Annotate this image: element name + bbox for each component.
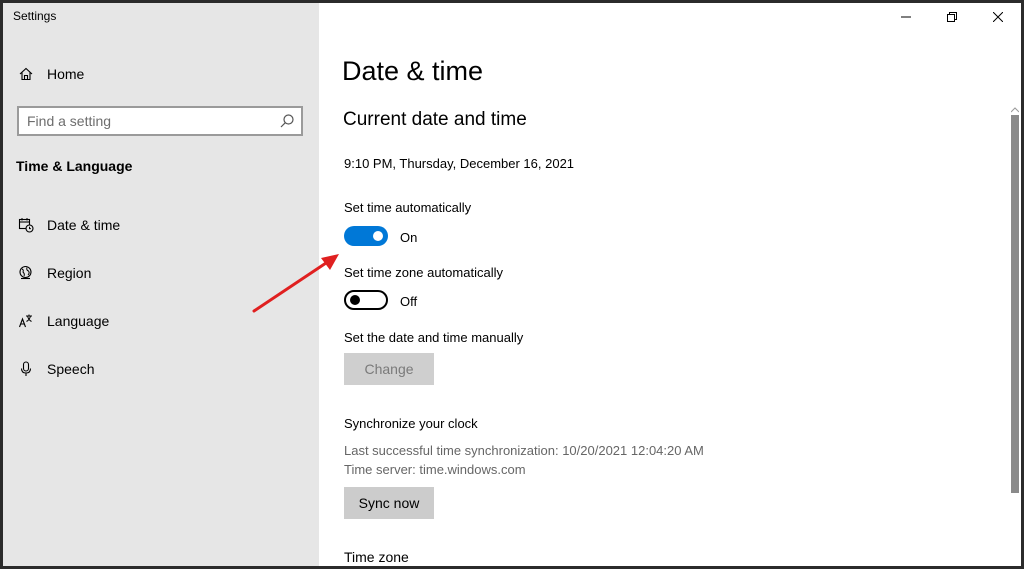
sidebar-item-label: Region xyxy=(47,265,92,281)
microphone-icon xyxy=(17,360,35,378)
sidebar-item-region[interactable]: Region xyxy=(17,262,91,284)
minimize-button[interactable] xyxy=(883,3,929,33)
manual-date-time-label: Set the date and time manually xyxy=(344,330,524,345)
sidebar-item-language[interactable]: Language xyxy=(17,310,109,332)
sidebar-item-label: Date & time xyxy=(47,217,121,233)
search-box[interactable] xyxy=(17,106,303,136)
section-title-current-date-time: Current date and time xyxy=(343,109,527,130)
time-server-text: Time server: time.windows.com xyxy=(344,462,526,477)
set-time-auto-label: Set time automatically xyxy=(344,200,472,215)
language-icon xyxy=(17,312,35,330)
globe-icon xyxy=(17,264,35,282)
window-title: Settings xyxy=(13,9,57,23)
toggle-knob xyxy=(350,295,360,305)
sync-title: Synchronize your clock xyxy=(344,416,478,431)
search-input[interactable] xyxy=(19,108,272,134)
sidebar-item-home[interactable]: Home xyxy=(17,63,84,85)
restore-icon xyxy=(947,9,957,27)
section-title: Time & Language xyxy=(16,158,133,174)
calendar-clock-icon xyxy=(17,216,35,234)
set-timezone-auto-label: Set time zone automatically xyxy=(344,265,503,280)
change-button[interactable]: Change xyxy=(344,353,434,385)
home-icon xyxy=(17,65,35,83)
close-icon xyxy=(992,9,1004,27)
annotation-arrow xyxy=(252,254,339,313)
set-time-auto-toggle[interactable] xyxy=(344,226,388,246)
sidebar-item-label: Language xyxy=(47,313,110,329)
scrollbar-thumb[interactable] xyxy=(1011,115,1019,493)
current-datetime: 9:10 PM, Thursday, December 16, 2021 xyxy=(344,156,575,171)
set-timezone-auto-state: Off xyxy=(400,294,418,309)
sidebar-item-label: Speech xyxy=(47,361,95,377)
set-time-auto-state: On xyxy=(400,230,418,245)
home-label: Home xyxy=(47,66,85,82)
settings-window: Settings Home Time & Language Date & tim… xyxy=(3,3,1021,566)
sidebar-item-date-time[interactable]: Date & time xyxy=(17,214,120,236)
restore-button[interactable] xyxy=(929,3,975,33)
toggle-knob xyxy=(373,231,383,241)
last-sync-text: Last successful time synchronization: 10… xyxy=(344,443,704,458)
time-zone-title: Time zone xyxy=(344,549,409,565)
main-content: Date & time Current date and time 9:10 P… xyxy=(319,3,1021,566)
sidebar-item-speech[interactable]: Speech xyxy=(17,358,94,380)
close-button[interactable] xyxy=(975,3,1021,33)
page-title: Date & time xyxy=(342,56,484,86)
search-icon[interactable] xyxy=(279,113,295,134)
sync-now-button[interactable]: Sync now xyxy=(344,487,434,519)
minimize-icon xyxy=(901,9,911,27)
